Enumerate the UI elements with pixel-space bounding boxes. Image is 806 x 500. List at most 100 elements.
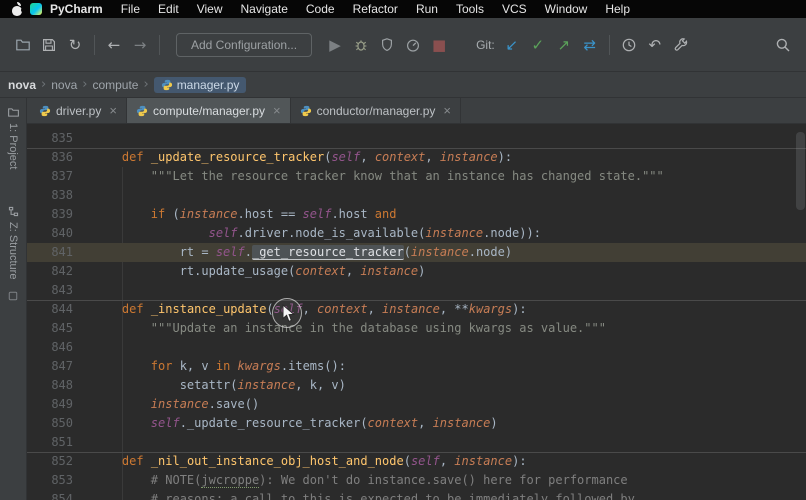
- menu-item-navigate[interactable]: Navigate: [232, 2, 297, 16]
- run-button[interactable]: ▶: [322, 32, 348, 58]
- menu-item-pycharm[interactable]: PyCharm: [46, 2, 112, 16]
- line-number[interactable]: 840: [27, 224, 87, 243]
- stop-button[interactable]: ■: [426, 32, 452, 58]
- code-token: def: [121, 150, 144, 164]
- menu-item-file[interactable]: File: [112, 2, 149, 16]
- menu-item-edit[interactable]: Edit: [149, 2, 188, 16]
- profiler-button[interactable]: [400, 32, 426, 58]
- line-number[interactable]: 846: [27, 338, 87, 357]
- tab-compute-manager-py[interactable]: compute/manager.py ×: [126, 98, 291, 123]
- menu-item-tools[interactable]: Tools: [447, 2, 493, 16]
- code-token: """Let the resource tracker know that an…: [93, 169, 664, 183]
- line-number[interactable]: 843: [27, 281, 87, 300]
- line-number[interactable]: 838: [27, 186, 87, 205]
- menu-item-help[interactable]: Help: [596, 2, 639, 16]
- code-token: _update_resource_tracker: [150, 150, 325, 164]
- editor-scrollbar-thumb[interactable]: [796, 132, 805, 210]
- code-line[interactable]: 840 self.driver.node_is_available(instan…: [27, 224, 806, 243]
- local-history-button[interactable]: [616, 32, 642, 58]
- search-everywhere-button[interactable]: [770, 32, 796, 58]
- line-number[interactable]: 851: [27, 433, 87, 452]
- line-number[interactable]: 845: [27, 319, 87, 338]
- code-token: self: [410, 454, 440, 468]
- code-line[interactable]: 849 instance.save(): [27, 395, 806, 414]
- breadcrumb-compute[interactable]: compute: [92, 78, 138, 92]
- forward-button[interactable]: →: [127, 32, 153, 58]
- settings-button[interactable]: [668, 32, 694, 58]
- tab-driver-py[interactable]: driver.py ×: [30, 98, 127, 123]
- coverage-button[interactable]: [374, 32, 400, 58]
- code-token: self: [215, 245, 245, 259]
- tab-conductor-manager-py[interactable]: conductor/manager.py ×: [290, 98, 461, 123]
- line-number[interactable]: 842: [27, 262, 87, 281]
- code-line[interactable]: 841 rt = self._get_resource_tracker(inst…: [27, 243, 806, 262]
- code-line[interactable]: 838: [27, 186, 806, 205]
- menu-item-code[interactable]: Code: [297, 2, 344, 16]
- stripe-button-structure[interactable]: Z: Structure: [7, 205, 20, 280]
- code-line[interactable]: 850 self._update_resource_tracker(contex…: [27, 414, 806, 433]
- menu-item-window[interactable]: Window: [536, 2, 597, 16]
- line-number[interactable]: 848: [27, 376, 87, 395]
- breadcrumb-project[interactable]: nova: [8, 78, 36, 92]
- line-number[interactable]: 844: [27, 300, 87, 319]
- code-line[interactable]: 837 """Let the resource tracker know tha…: [27, 167, 806, 186]
- add-configuration-dropdown[interactable]: Add Configuration...: [176, 32, 313, 57]
- tab-close-icon[interactable]: ×: [273, 103, 281, 118]
- code-line[interactable]: 845 """Update an instance in the databas…: [27, 319, 806, 338]
- code-line[interactable]: 852 def _nil_out_instance_obj_host_and_n…: [27, 452, 806, 471]
- code-line[interactable]: 847 for k, v in kwargs.items():: [27, 357, 806, 376]
- line-number[interactable]: 853: [27, 471, 87, 490]
- code-line[interactable]: 835: [27, 129, 806, 148]
- line-number[interactable]: 849: [27, 395, 87, 414]
- code-line[interactable]: 836 def _update_resource_tracker(self, c…: [27, 148, 806, 167]
- code-line[interactable]: 842 rt.update_usage(context, instance): [27, 262, 806, 281]
- git-commit-button[interactable]: ✓: [525, 32, 551, 58]
- menu-item-refactor[interactable]: Refactor: [344, 2, 407, 16]
- code-editor[interactable]: 835 836 def _update_resource_tracker(self…: [27, 124, 806, 500]
- git-merge-button[interactable]: ⇄: [577, 32, 603, 58]
- code-line[interactable]: 851: [27, 433, 806, 452]
- code-token: ,: [439, 454, 455, 468]
- line-number[interactable]: 841: [27, 243, 87, 262]
- tab-close-icon[interactable]: ×: [109, 103, 117, 118]
- code-line[interactable]: 854 # reasons; a call to this is expecte…: [27, 490, 806, 500]
- apple-menu-icon[interactable]: [12, 1, 27, 16]
- line-number[interactable]: 850: [27, 414, 87, 433]
- menu-item-run[interactable]: Run: [407, 2, 447, 16]
- line-number[interactable]: 836: [27, 148, 87, 167]
- code-token: .host ==: [237, 207, 303, 221]
- code-token: instance: [382, 302, 440, 316]
- git-update-button[interactable]: ↙: [499, 32, 525, 58]
- line-number[interactable]: 852: [27, 452, 87, 471]
- line-number[interactable]: 837: [27, 167, 87, 186]
- code-text: setattr(instance, k, v): [87, 376, 806, 395]
- code-line[interactable]: 839 if (instance.host == self.host and: [27, 205, 806, 224]
- undo-button[interactable]: ↶: [642, 32, 668, 58]
- stripe-button-favorites[interactable]: [7, 290, 19, 302]
- stripe-button-project[interactable]: 1: Project: [7, 106, 20, 169]
- back-button[interactable]: ←: [101, 32, 127, 58]
- sync-icon: ↻: [68, 35, 82, 54]
- code-line[interactable]: 848 setattr(instance, k, v): [27, 376, 806, 395]
- tab-close-icon[interactable]: ×: [443, 103, 451, 118]
- git-push-button[interactable]: ↗: [551, 32, 577, 58]
- line-number[interactable]: 854: [27, 490, 87, 500]
- code-line[interactable]: 844 def _instance_update(self, context, …: [27, 300, 806, 319]
- open-project-button[interactable]: [10, 32, 36, 58]
- breadcrumb-file[interactable]: manager.py: [153, 76, 247, 93]
- menu-item-view[interactable]: View: [188, 2, 232, 16]
- line-number[interactable]: 847: [27, 357, 87, 376]
- code-line[interactable]: 846: [27, 338, 806, 357]
- code-line[interactable]: 853 # NOTE(jwcroppe): We don't do instan…: [27, 471, 806, 490]
- breadcrumb-nova[interactable]: nova: [51, 78, 77, 92]
- sync-button[interactable]: ↻: [62, 32, 88, 58]
- line-number[interactable]: 835: [27, 129, 87, 148]
- debug-button[interactable]: [348, 32, 374, 58]
- menu-item-vcs[interactable]: VCS: [493, 2, 536, 16]
- line-number[interactable]: 839: [27, 205, 87, 224]
- save-all-button[interactable]: [36, 32, 62, 58]
- code-line[interactable]: 843: [27, 281, 806, 300]
